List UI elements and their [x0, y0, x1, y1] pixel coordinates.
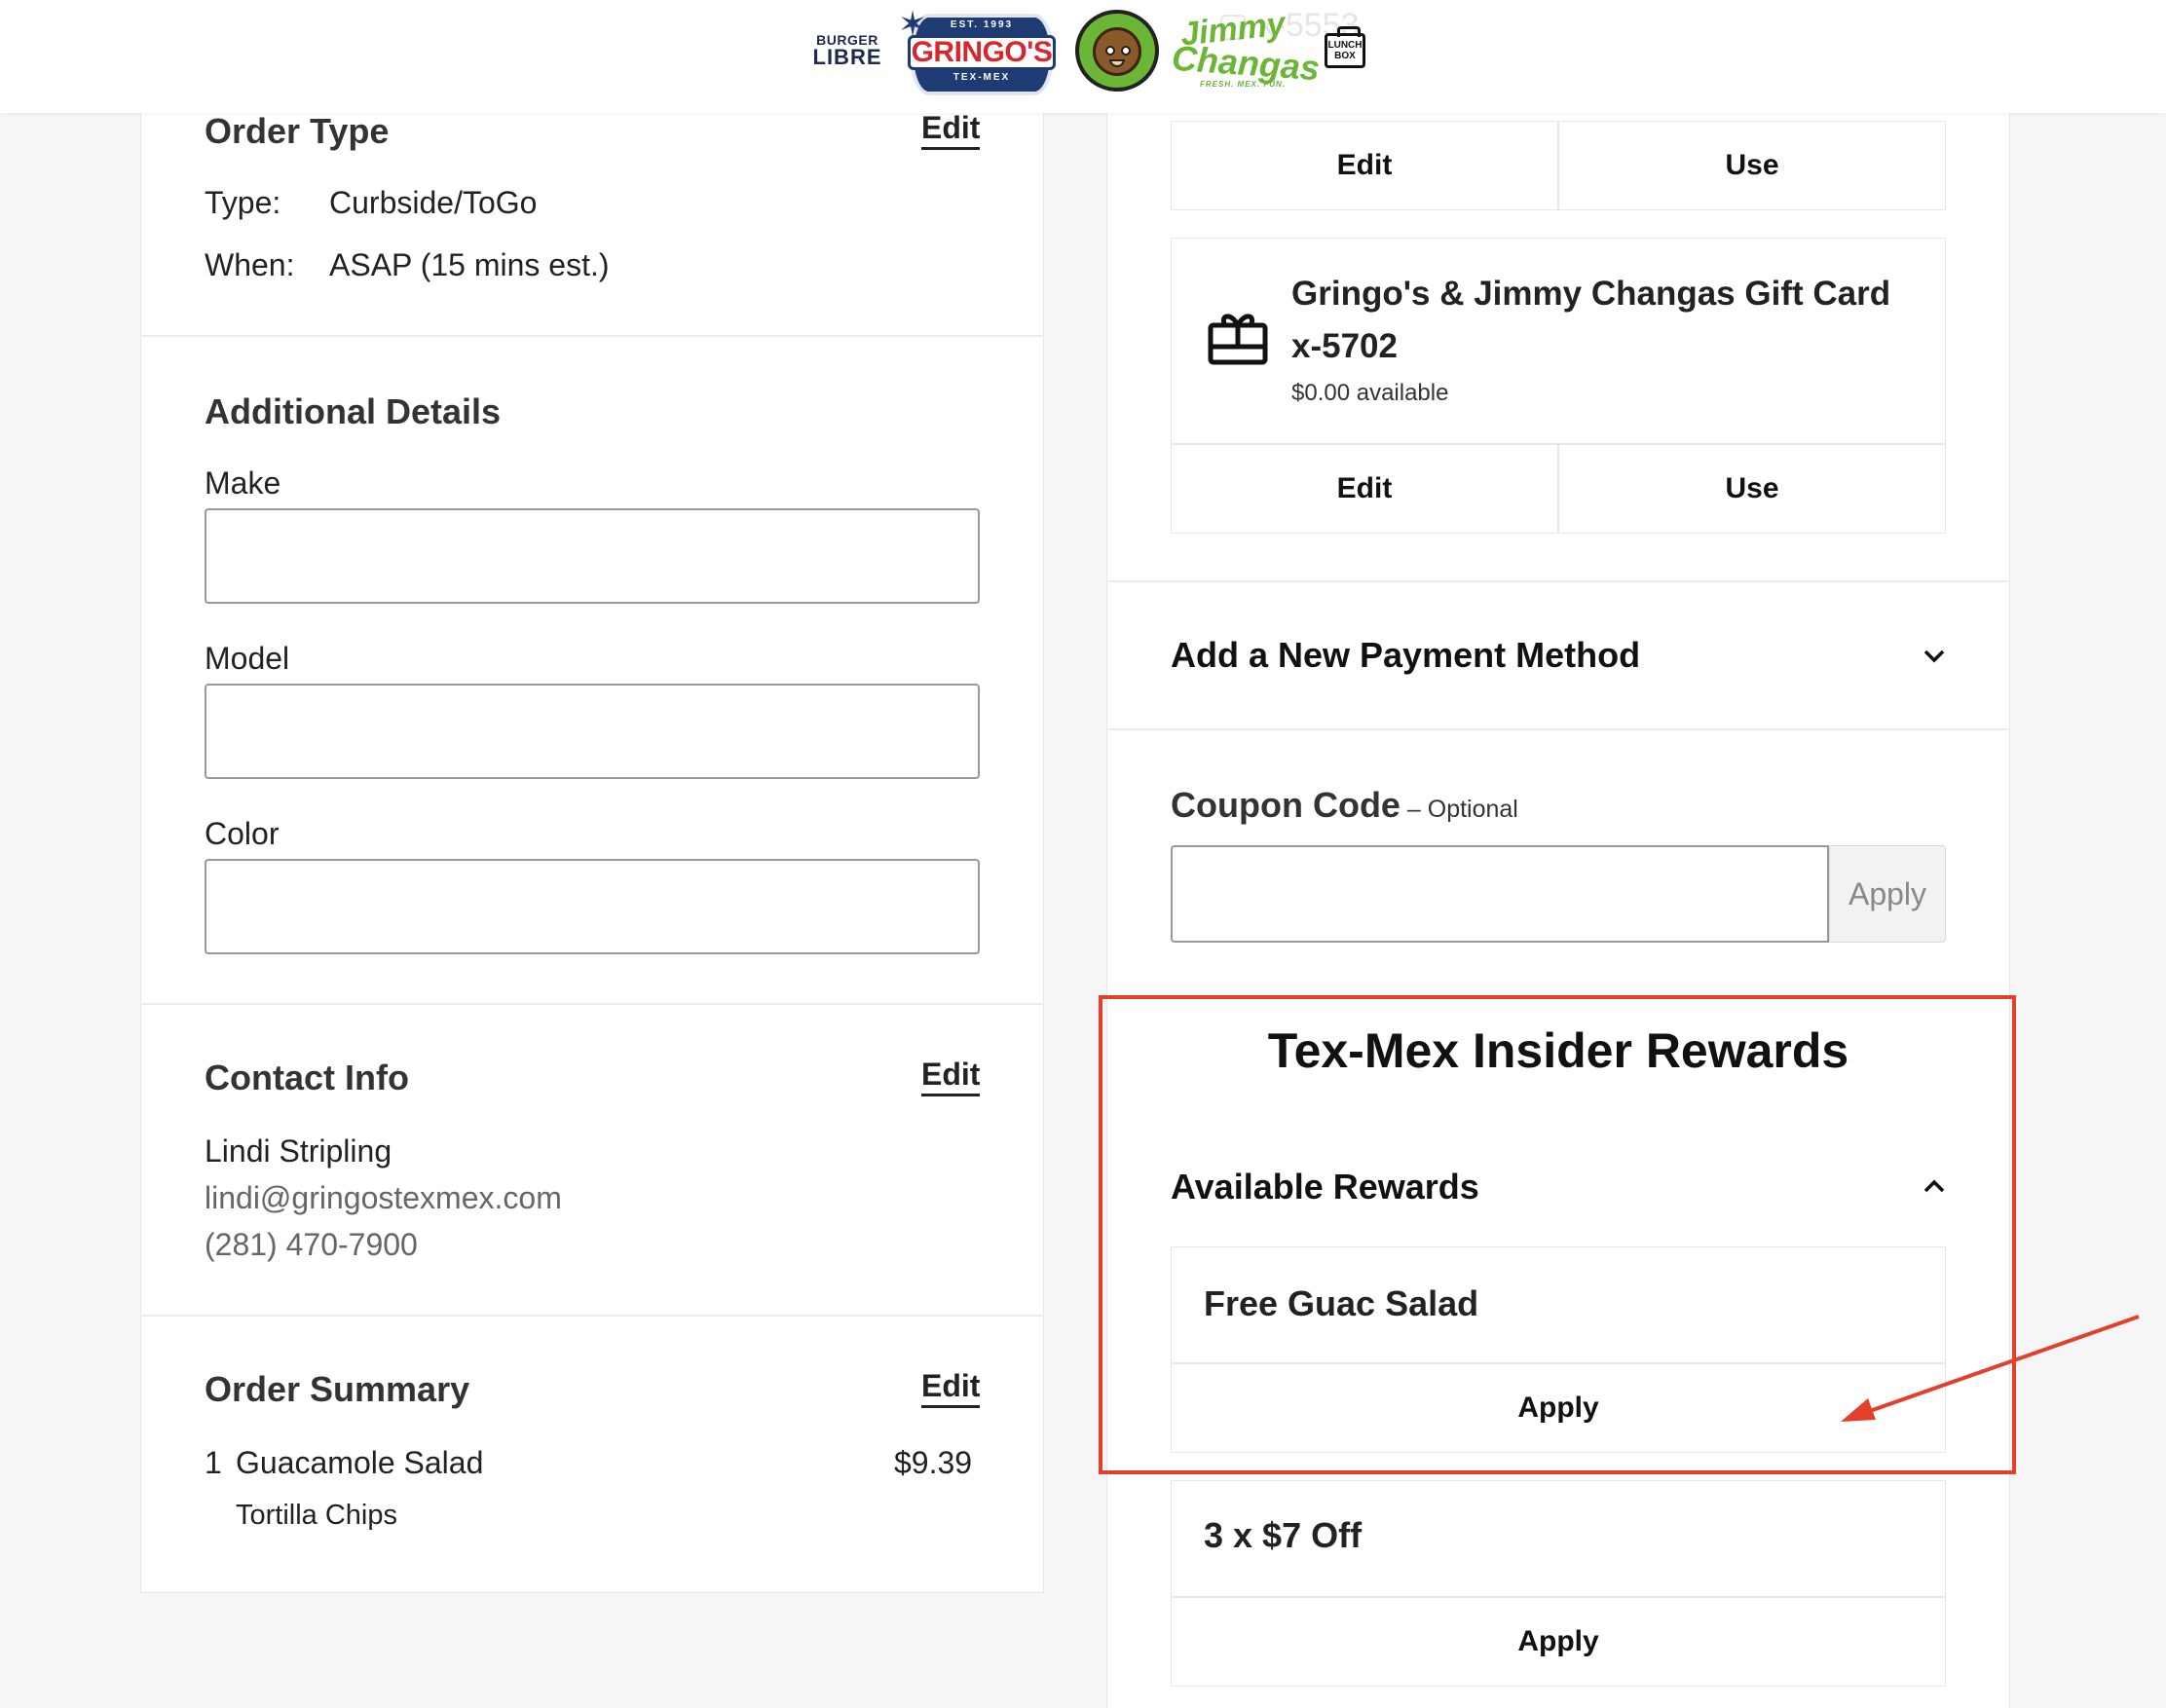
monkey-face — [1093, 27, 1141, 76]
contact-email: lindi@gringostexmex.com — [205, 1180, 562, 1215]
annotation-arrow-icon — [1841, 1315, 2140, 1422]
reward-name: 3 x $7 Off — [1204, 1515, 1363, 1555]
lunch-box-logo-line2: BOX — [1334, 51, 1356, 61]
burger-libre-logo-line2: LIBRE — [812, 45, 882, 69]
monkey-eye-right — [1121, 46, 1131, 56]
jimmy-changas-logo[interactable]: Jimmy Changas FRESH. MEX. FUN. — [1165, 5, 1322, 93]
order-type-title: Order Type — [205, 111, 390, 151]
order-type-label: Type: — [205, 185, 281, 220]
contact-info-edit-link[interactable]: Edit — [921, 1057, 981, 1097]
lunch-box-logo-line1: LUNCH — [1327, 40, 1363, 51]
contact-phone: (281) 470-7900 — [205, 1227, 418, 1262]
gift-card-balance: $0.00 available — [1291, 380, 1449, 406]
gift-card-use-button[interactable]: Use — [1558, 444, 1946, 534]
order-item-name: Guacamole Salad — [236, 1445, 484, 1480]
add-payment-method-toggle[interactable]: Add a New Payment Method — [1171, 635, 1640, 676]
coupon-apply-button[interactable]: Apply — [1829, 845, 1946, 943]
coupon-optional-hint: – Optional — [1400, 796, 1518, 823]
order-type-edit-link[interactable]: Edit — [921, 110, 981, 151]
divider — [1106, 580, 2010, 582]
divider — [1106, 728, 2010, 730]
gringos-logo-name: GRINGO'S — [908, 35, 1056, 70]
order-item-price: $9.39 — [894, 1445, 973, 1480]
divider — [140, 1315, 1044, 1317]
card1-use-button[interactable]: Use — [1558, 121, 1946, 210]
gift-card-icon — [1208, 314, 1268, 365]
order-item-modifier: Tortilla Chips — [236, 1500, 397, 1531]
gringos-logo[interactable]: ✶ EST. 1993 GRINGO'S TEX-MEX — [898, 4, 1058, 99]
order-when-label: When: — [205, 247, 295, 282]
site-header: ▢ x-5553 BURGER LIBRE ✶ EST. 1993 GRINGO… — [0, 0, 2166, 113]
order-summary-title: Order Summary — [205, 1369, 470, 1409]
contact-info-title: Contact Info — [205, 1058, 409, 1097]
chevron-up-icon[interactable] — [1923, 1174, 1946, 1198]
order-item-qty: 1 — [205, 1445, 222, 1480]
color-label: Color — [205, 816, 280, 851]
gift-card — [1171, 238, 1946, 444]
order-when-value: ASAP (15 mins est.) — [329, 247, 610, 282]
rewards-title: Tex-Mex Insider Rewards — [1267, 1023, 1849, 1078]
additional-details-title: Additional Details — [205, 391, 502, 431]
order-type-value: Curbside/ToGo — [329, 185, 538, 220]
make-label: Make — [205, 465, 281, 501]
gift-card-number: x-5702 — [1291, 327, 1398, 365]
divider — [140, 1003, 1044, 1005]
lunch-box-logo[interactable]: LUNCH BOX — [1325, 26, 1365, 68]
gift-card-title: Gringo's & Jimmy Changas Gift Card — [1291, 275, 1891, 313]
model-input[interactable] — [205, 684, 980, 779]
coupon-code-input[interactable] — [1171, 845, 1829, 943]
model-label: Model — [205, 641, 290, 676]
monkey-mouth — [1109, 59, 1125, 67]
jimmy-changas-logo-line2: Changas — [1170, 37, 1322, 89]
burger-libre-logo[interactable]: BURGER LIBRE — [810, 27, 884, 74]
color-input[interactable] — [205, 859, 980, 954]
make-input[interactable] — [205, 508, 980, 604]
order-summary-edit-link[interactable]: Edit — [921, 1368, 981, 1409]
monkey-eye-left — [1105, 46, 1115, 56]
coupon-code-label: Coupon Code — [1171, 785, 1400, 825]
available-rewards-toggle[interactable]: Available Rewards — [1171, 1167, 1479, 1207]
reward-apply-button[interactable]: Apply — [1171, 1597, 1946, 1687]
monkey-mascot-icon[interactable] — [1075, 10, 1159, 92]
divider — [140, 335, 1044, 337]
reward-name: Free Guac Salad — [1204, 1283, 1479, 1323]
gift-card-edit-button[interactable]: Edit — [1171, 444, 1558, 534]
chevron-down-icon[interactable] — [1923, 645, 1946, 668]
gringos-logo-est: EST. 1993 — [950, 19, 1014, 30]
card1-edit-button[interactable]: Edit — [1171, 121, 1558, 210]
gringos-logo-tagline: TEX-MEX — [952, 72, 1011, 83]
contact-name: Lindi Stripling — [205, 1133, 392, 1169]
coupon-code-title: Coupon Code – Optional — [1171, 785, 1518, 826]
reward-apply-button[interactable]: Apply — [1171, 1363, 1946, 1453]
